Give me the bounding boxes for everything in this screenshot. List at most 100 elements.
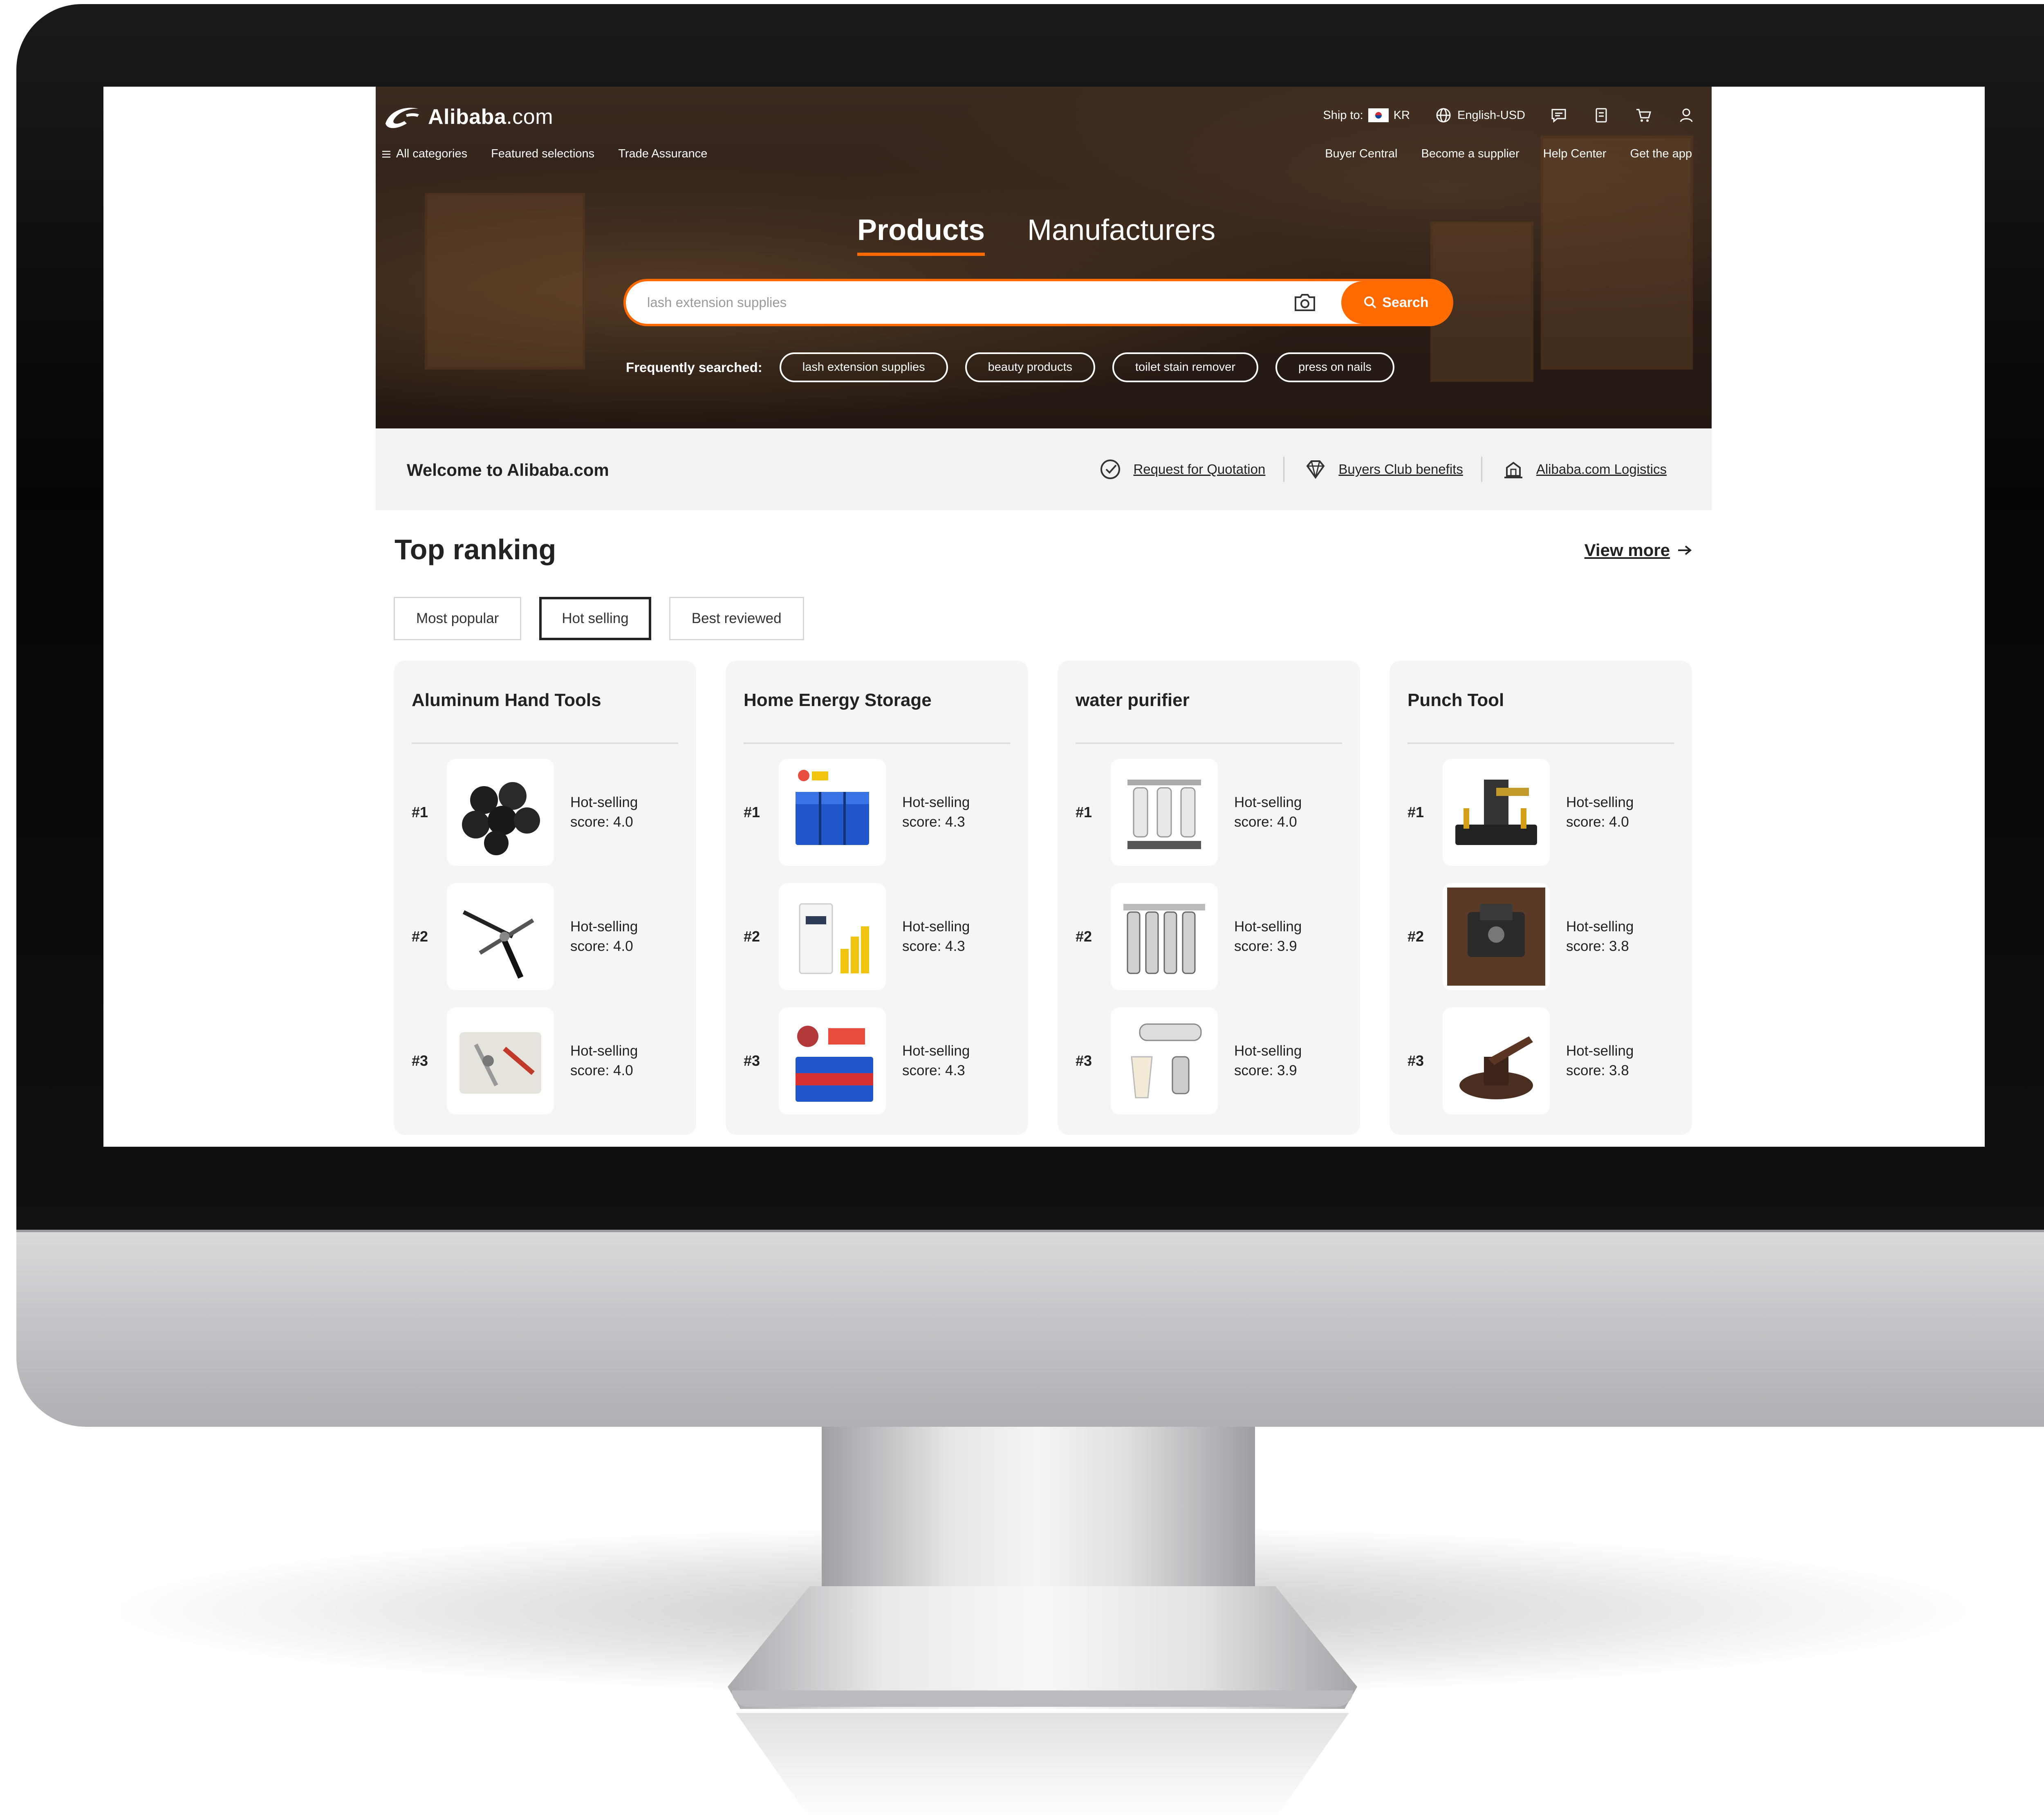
ranking-card[interactable]: Home Energy Storage #1 Hot-selling score… bbox=[726, 661, 1028, 1135]
buyers-club-link[interactable]: Buyers Club benefits bbox=[1302, 456, 1463, 482]
hand-tool-image bbox=[462, 910, 534, 979]
ro-system-image bbox=[1127, 780, 1201, 849]
featured-selections-link[interactable]: Featured selections bbox=[491, 147, 594, 161]
ranking-filters: Most popular Hot selling Best reviewed bbox=[394, 597, 804, 640]
all-categories-link[interactable]: All categories bbox=[381, 147, 467, 161]
score-block: Hot-selling score: 3.9 bbox=[1234, 1041, 1302, 1080]
buyer-central-link[interactable]: Buyer Central bbox=[1325, 147, 1397, 161]
ranking-item[interactable]: #1 Hot-selling score: 4.3 bbox=[744, 759, 970, 866]
tab-products[interactable]: Products bbox=[857, 213, 985, 256]
card-title: Punch Tool bbox=[1407, 690, 1504, 710]
ranking-card[interactable]: Aluminum Hand Tools #1 Hot-selling score… bbox=[394, 661, 696, 1135]
search-input[interactable] bbox=[646, 294, 1293, 311]
card-divider bbox=[744, 742, 1010, 744]
logistics-link[interactable]: Alibaba.com Logistics bbox=[1500, 456, 1667, 482]
ranking-card[interactable]: water purifier #1 Hot-selling score: 4.0… bbox=[1058, 661, 1360, 1135]
product-image[interactable] bbox=[779, 759, 886, 866]
camera-icon[interactable] bbox=[1293, 292, 1317, 313]
trade-assurance-link[interactable]: Trade Assurance bbox=[618, 147, 707, 161]
get-app-link[interactable]: Get the app bbox=[1630, 147, 1692, 161]
filter-best-reviewed[interactable]: Best reviewed bbox=[669, 597, 804, 640]
product-image[interactable] bbox=[447, 1007, 554, 1114]
background-crate bbox=[425, 193, 585, 370]
ranking-item[interactable]: #3 Hot-selling score: 4.0 bbox=[412, 1007, 638, 1114]
orders-icon[interactable] bbox=[1592, 106, 1610, 124]
welcome-bar: Welcome to Alibaba.com Request for Quota… bbox=[376, 428, 1712, 510]
product-image[interactable] bbox=[779, 1007, 886, 1114]
help-center-link[interactable]: Help Center bbox=[1543, 147, 1607, 161]
filter-hot-selling[interactable]: Hot selling bbox=[539, 597, 651, 640]
score-block: Hot-selling score: 4.3 bbox=[902, 793, 970, 832]
become-supplier-link[interactable]: Become a supplier bbox=[1421, 147, 1520, 161]
score-value: score: 4.3 bbox=[902, 1063, 965, 1078]
lever-punch-image bbox=[1459, 1036, 1533, 1099]
ranking-item[interactable]: #1 Hot-selling score: 4.0 bbox=[412, 759, 638, 866]
product-image[interactable] bbox=[1443, 883, 1550, 990]
ranking-item[interactable]: #1 Hot-selling score: 4.0 bbox=[1407, 759, 1634, 866]
search-chip[interactable]: toilet stain remover bbox=[1112, 352, 1258, 382]
product-image[interactable] bbox=[1443, 759, 1550, 866]
filter-stages-image bbox=[1123, 904, 1205, 974]
score-value: score: 3.9 bbox=[1234, 1063, 1297, 1078]
search-chip[interactable]: beauty products bbox=[965, 352, 1095, 382]
product-image[interactable] bbox=[1111, 883, 1218, 990]
score-label: Hot-selling bbox=[1234, 919, 1302, 935]
ranking-item[interactable]: #3 Hot-selling score: 3.9 bbox=[1076, 1007, 1302, 1114]
bench-punch-image bbox=[1447, 888, 1545, 986]
monitor-seam bbox=[16, 1230, 2044, 1232]
flag-kr-icon bbox=[1368, 108, 1389, 122]
score-value: score: 4.0 bbox=[570, 814, 633, 830]
score-block: Hot-selling score: 4.0 bbox=[1234, 793, 1302, 832]
ranking-item[interactable]: #2 Hot-selling score: 3.9 bbox=[1076, 883, 1302, 990]
product-image[interactable] bbox=[1111, 1007, 1218, 1114]
score-label: Hot-selling bbox=[1566, 1043, 1634, 1059]
score-value: score: 4.3 bbox=[902, 814, 965, 830]
ranking-item[interactable]: #2 Hot-selling score: 4.3 bbox=[744, 883, 970, 990]
tab-manufacturers[interactable]: Manufacturers bbox=[1027, 213, 1215, 256]
rfq-link[interactable]: Request for Quotation bbox=[1097, 456, 1265, 482]
language-label: English-USD bbox=[1457, 108, 1525, 122]
view-more-link[interactable]: View more bbox=[1585, 540, 1693, 560]
ranking-card[interactable]: Punch Tool #1 Hot-selling score: 4.0 #2 … bbox=[1390, 661, 1692, 1135]
welcome-links: Request for Quotation Buyers Club benefi… bbox=[1097, 456, 1667, 482]
filter-most-popular[interactable]: Most popular bbox=[394, 597, 522, 640]
product-image[interactable] bbox=[779, 883, 886, 990]
alibaba-logo-icon bbox=[385, 108, 419, 128]
welcome-title: Welcome to Alibaba.com bbox=[407, 460, 609, 480]
search-chip[interactable]: press on nails bbox=[1275, 352, 1394, 382]
rfq-icon bbox=[1100, 460, 1121, 479]
ranking-cards: Aluminum Hand Tools #1 Hot-selling score… bbox=[394, 661, 1692, 1135]
card-divider bbox=[1076, 742, 1342, 744]
ranking-item[interactable]: #3 Hot-selling score: 3.8 bbox=[1407, 1007, 1634, 1114]
view-more-label: View more bbox=[1584, 540, 1670, 560]
card-title: water purifier bbox=[1076, 690, 1190, 710]
punch-tool-set-image bbox=[1455, 780, 1537, 845]
score-label: Hot-selling bbox=[902, 794, 970, 810]
ranking-item[interactable]: #2 Hot-selling score: 3.8 bbox=[1407, 883, 1634, 990]
ranking-item[interactable]: #2 Hot-selling score: 4.0 bbox=[412, 883, 638, 990]
search-button-label: Search bbox=[1382, 294, 1429, 310]
ranking-item[interactable]: #3 Hot-selling score: 4.3 bbox=[744, 1007, 970, 1114]
rank-number: #1 bbox=[1076, 804, 1092, 820]
card-divider bbox=[412, 742, 678, 744]
alibaba-logo[interactable]: Alibaba.com bbox=[381, 102, 553, 132]
buyers-club-label: Buyers Club benefits bbox=[1338, 462, 1463, 477]
product-image[interactable] bbox=[1111, 759, 1218, 866]
cart-icon[interactable] bbox=[1635, 106, 1653, 124]
faucet-filter-image bbox=[1131, 1023, 1202, 1098]
all-categories-label: All categories bbox=[396, 147, 468, 160]
score-value: score: 4.0 bbox=[570, 1063, 633, 1078]
ranking-item[interactable]: #1 Hot-selling score: 4.0 bbox=[1076, 759, 1302, 866]
search-chip[interactable]: lash extension supplies bbox=[779, 352, 948, 382]
language-selector[interactable]: English-USD bbox=[1434, 106, 1525, 124]
ship-to-selector[interactable]: Ship to: KR bbox=[1323, 108, 1410, 122]
product-image[interactable] bbox=[447, 883, 554, 990]
search-button[interactable]: Search bbox=[1341, 281, 1451, 324]
product-image[interactable] bbox=[447, 759, 554, 866]
score-value: score: 3.9 bbox=[1234, 938, 1297, 954]
message-icon[interactable] bbox=[1550, 106, 1568, 124]
rfq-label: Request for Quotation bbox=[1133, 462, 1266, 477]
score-block: Hot-selling score: 4.0 bbox=[570, 1041, 638, 1080]
product-image[interactable] bbox=[1443, 1007, 1550, 1114]
user-icon[interactable] bbox=[1677, 106, 1695, 124]
